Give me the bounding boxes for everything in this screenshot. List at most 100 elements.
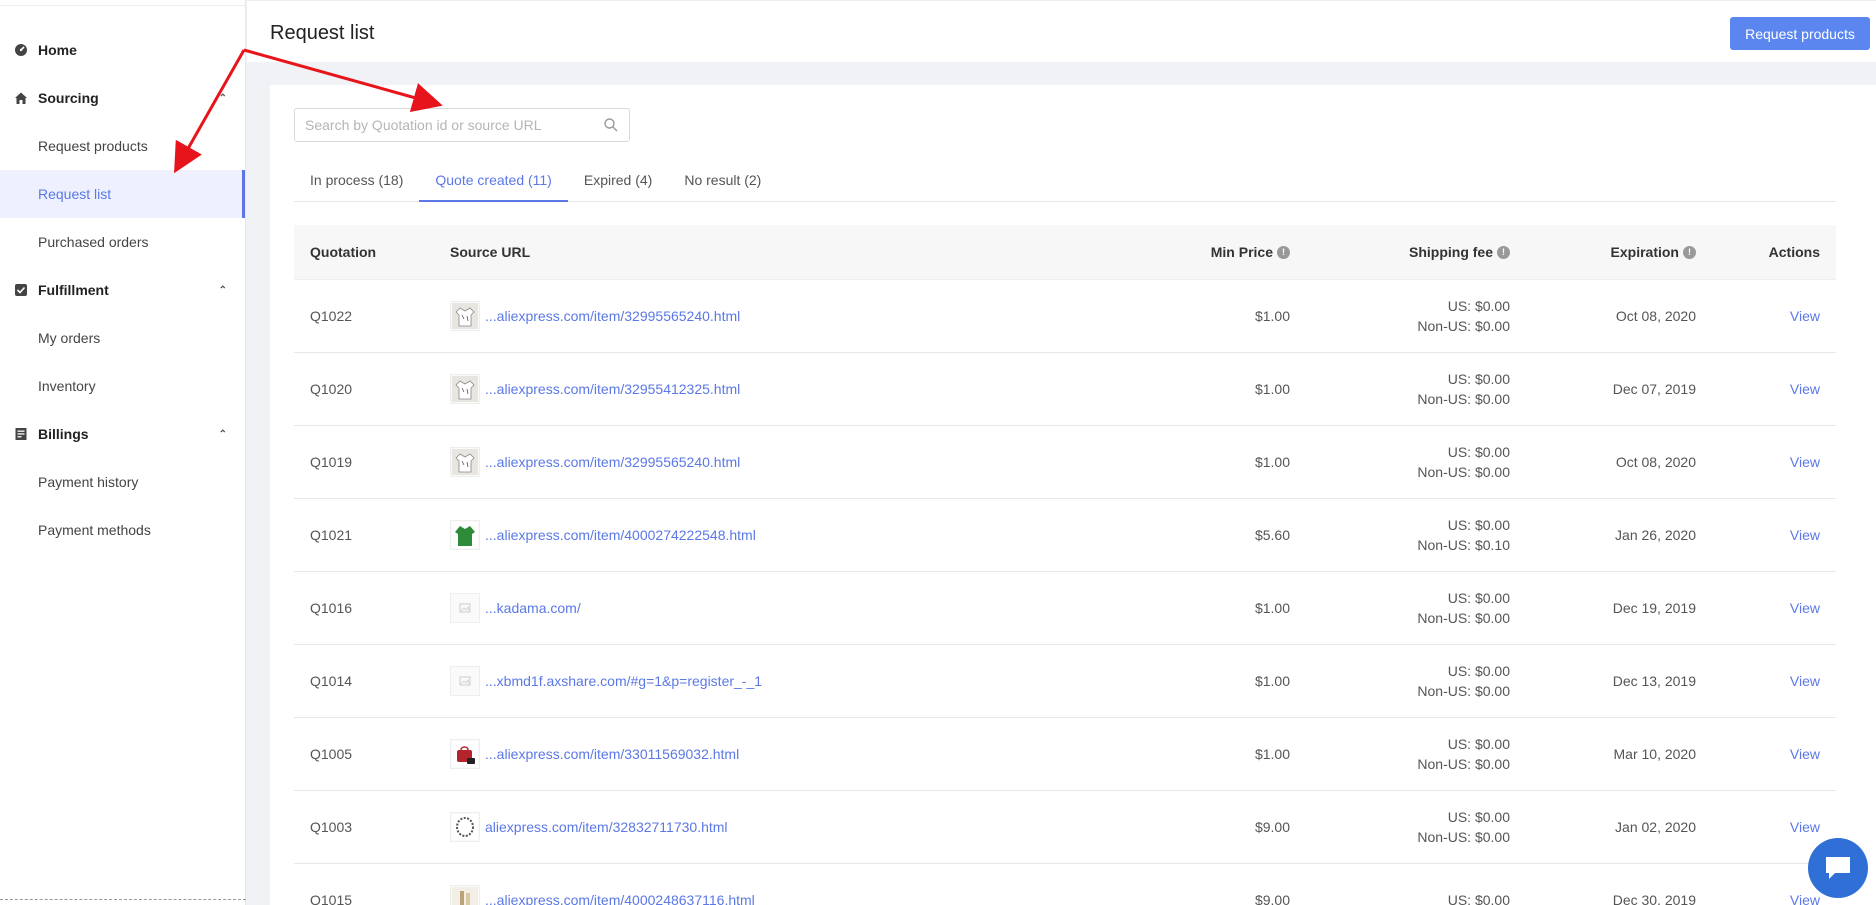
sidebar-item-label: Home [38, 42, 77, 58]
product-thumb-icon [450, 885, 480, 905]
search-icon[interactable] [603, 117, 619, 133]
expiration-date: Jan 02, 2020 [1615, 819, 1696, 835]
search-input[interactable] [305, 117, 603, 133]
info-icon[interactable]: ! [1683, 245, 1696, 259]
chat-button[interactable] [1808, 838, 1868, 898]
actions-cell: View [1696, 673, 1836, 689]
tab-in-process[interactable]: In process (18) [294, 165, 419, 202]
source-url-link[interactable]: ...kadama.com/ [485, 600, 581, 616]
sidebar-item-payment-history[interactable]: Payment history [0, 458, 245, 506]
dashboard-icon [14, 43, 28, 57]
sweater-thumb-icon [450, 520, 480, 550]
shirt-thumb-icon [450, 301, 480, 331]
view-link[interactable]: View [1790, 308, 1820, 324]
sidebar-group-fulfillment[interactable]: Fulfillment ⌃ [0, 266, 245, 314]
sidebar-item-purchased-orders[interactable]: Purchased orders [0, 218, 245, 266]
source-url-link[interactable]: ...aliexpress.com/item/4000248637116.htm… [485, 892, 755, 905]
shipping-fee: US: $0.00 Non-US: $0.00 [1290, 807, 1510, 847]
source-url-cell: ...aliexpress.com/item/32995565240.html [450, 301, 1070, 331]
view-link[interactable]: View [1790, 454, 1820, 470]
shipping-fee-us: US: $0.00 [1447, 298, 1510, 314]
expiration-date: Dec 30, 2019 [1612, 892, 1696, 905]
source-url-link[interactable]: aliexpress.com/item/32832711730.html [485, 819, 728, 835]
column-header-label: Shipping fee [1409, 244, 1493, 260]
shipping-fee-non-us: Non-US: $0.00 [1417, 318, 1510, 334]
sidebar-item-label: Purchased orders [38, 234, 149, 250]
view-link[interactable]: View [1790, 819, 1820, 835]
sidebar: Home Sourcing ⌃ Request products Request… [0, 0, 246, 905]
bill-icon [14, 427, 28, 441]
source-url-link[interactable]: ...aliexpress.com/item/32955412325.html [485, 381, 740, 397]
source-url-cell: ...aliexpress.com/item/32995565240.html [450, 447, 1070, 477]
quotation-id: Q1005 [310, 746, 353, 762]
shipping-fee-us: US: $0.00 [1447, 892, 1510, 905]
checkbox-icon [14, 283, 28, 297]
view-link[interactable]: View [1790, 746, 1820, 762]
shipping-fee-non-us: Non-US: $0.00 [1417, 464, 1510, 480]
table-row: Q1021 ...aliexpress.com/item/40002742225… [294, 499, 1836, 572]
sidebar-item-home[interactable]: Home [0, 26, 245, 74]
expiration-date: Mar 10, 2020 [1613, 746, 1697, 762]
table-row: Q1003 aliexpress.com/item/32832711730.ht… [294, 791, 1836, 864]
sidebar-item-label: Request list [38, 186, 112, 202]
request-products-button[interactable]: Request products [1730, 17, 1870, 50]
shipping-fee: US: $0.00 [1290, 890, 1510, 905]
source-url-link[interactable]: ...aliexpress.com/item/32995565240.html [485, 308, 740, 324]
view-link[interactable]: View [1790, 600, 1820, 616]
sidebar-item-label: Payment history [38, 474, 139, 490]
min-price: $5.60 [1254, 527, 1290, 543]
column-header-label: Min Price [1210, 244, 1273, 260]
source-url-link[interactable]: ...xbmd1f.axshare.com/#g=1&p=register_-_… [485, 673, 762, 689]
source-url-cell: ...aliexpress.com/item/33011569032.html [450, 739, 1070, 769]
view-link[interactable]: View [1790, 892, 1820, 905]
info-icon[interactable]: ! [1497, 245, 1510, 259]
tab-quote-created[interactable]: Quote created (11) [419, 165, 568, 202]
min-price: $1.00 [1254, 454, 1290, 470]
sidebar-item-request-products[interactable]: Request products [0, 122, 245, 170]
shipping-fee-us: US: $0.00 [1447, 444, 1510, 460]
min-price: $9.00 [1254, 892, 1290, 905]
sidebar-item-my-orders[interactable]: My orders [0, 314, 245, 362]
placeholder-image-icon [450, 593, 480, 623]
sidebar-item-request-list[interactable]: Request list [0, 170, 245, 218]
shipping-fee-us: US: $0.00 [1447, 663, 1510, 679]
min-price: $1.00 [1254, 673, 1290, 689]
sidebar-item-payment-methods[interactable]: Payment methods [0, 506, 245, 554]
shipping-fee: US: $0.00 Non-US: $0.00 [1290, 588, 1510, 628]
shipping-fee-us: US: $0.00 [1447, 736, 1510, 752]
quotation-id: Q1003 [310, 819, 353, 835]
sidebar-group-billings[interactable]: Billings ⌃ [0, 410, 245, 458]
source-url-link[interactable]: ...aliexpress.com/item/4000274222548.htm… [485, 527, 756, 543]
quotation-id: Q1015 [310, 892, 353, 905]
chevron-up-icon: ⌃ [218, 428, 227, 440]
column-header-source-url: Source URL [450, 244, 531, 260]
view-link[interactable]: View [1790, 527, 1820, 543]
view-link[interactable]: View [1790, 673, 1820, 689]
actions-cell: View [1696, 308, 1836, 324]
shipping-fee-us: US: $0.00 [1447, 809, 1510, 825]
expiration-date: Dec 19, 2019 [1612, 600, 1696, 616]
sidebar-bottom-divider [0, 899, 246, 905]
source-url-cell: ...kadama.com/ [450, 593, 1070, 623]
actions-cell: View [1696, 892, 1836, 905]
min-price: $1.00 [1254, 308, 1290, 324]
page-header: Request list Request products [247, 0, 1876, 62]
source-url-link[interactable]: ...aliexpress.com/item/33011569032.html [485, 746, 739, 762]
quotation-id: Q1022 [310, 308, 353, 324]
sidebar-group-sourcing[interactable]: Sourcing ⌃ [0, 74, 245, 122]
main-content: In process (18) Quote created (11) Expir… [270, 85, 1876, 905]
shipping-fee: US: $0.00 Non-US: $0.00 [1290, 442, 1510, 482]
tab-no-result[interactable]: No result (2) [668, 165, 777, 202]
source-url-link[interactable]: ...aliexpress.com/item/32995565240.html [485, 454, 740, 470]
chevron-up-icon: ⌃ [218, 92, 227, 104]
source-url-cell: ...aliexpress.com/item/4000248637116.htm… [450, 885, 1070, 905]
source-url-cell: ...aliexpress.com/item/4000274222548.htm… [450, 520, 1070, 550]
source-url-cell: ...xbmd1f.axshare.com/#g=1&p=register_-_… [450, 666, 1070, 696]
info-icon[interactable]: ! [1277, 245, 1290, 259]
actions-cell: View [1696, 819, 1836, 835]
tab-expired[interactable]: Expired (4) [568, 165, 668, 202]
actions-cell: View [1696, 600, 1836, 616]
view-link[interactable]: View [1790, 381, 1820, 397]
sidebar-item-inventory[interactable]: Inventory [0, 362, 245, 410]
shirt-thumb-icon [450, 447, 480, 477]
